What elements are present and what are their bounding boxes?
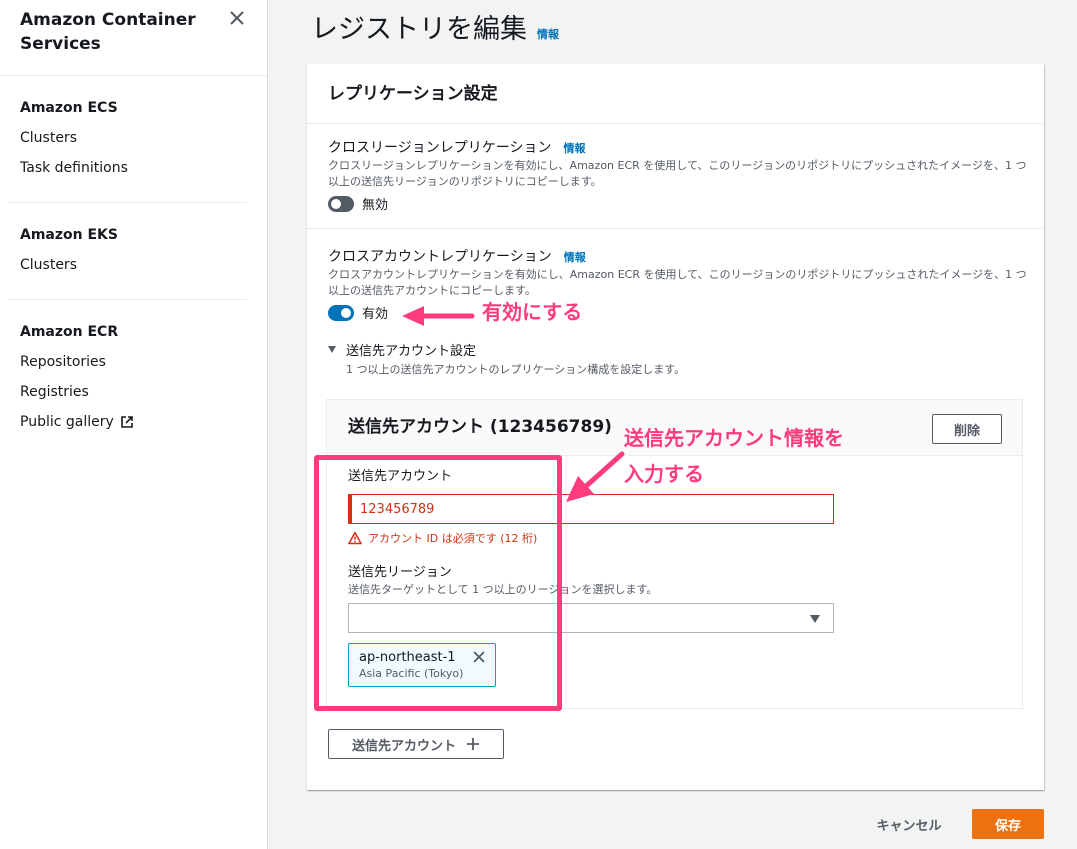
sidebar-section-title: Amazon ECS [20,100,118,116]
sidebar-title: Amazon Container Services [20,10,196,54]
sidebar-item-public-gallery[interactable]: Public gallery [20,412,247,432]
cross-region-toggle[interactable] [328,195,354,212]
cross-region-info-link[interactable]: 情報 [563,140,585,156]
sidebar-section-ecs: Amazon ECS Clusters Task definitions [0,76,267,202]
sidebar-item-label: Public gallery [20,414,114,430]
toggle-knob [331,198,341,209]
cross-region-toggle-row: 無効 [328,194,1023,213]
caret-down-icon [328,346,336,353]
sidebar-item-label: Clusters [20,257,77,273]
sidebar-section-title: Amazon EKS [20,227,118,243]
annotation-enable: 有効にする [482,300,583,324]
sidebar-header: Amazon Container Services [0,0,267,76]
dest-settings-description: 1 つ以上の送信先アカウントのレプリケーション構成を設定します。 [346,363,686,376]
add-dest-account-label: 送信先アカウント [351,738,456,754]
cross-account-title: クロスアカウントレプリケーション [328,249,552,265]
cross-account-toggle-label: 有効 [362,307,389,322]
page-info-link[interactable]: 情報 [537,26,559,42]
sidebar-section-title: Amazon ECR [20,324,119,340]
close-icon[interactable] [229,10,245,26]
cross-account-toggle[interactable] [328,304,354,321]
add-dest-account-button[interactable]: 送信先アカウント [328,729,504,759]
external-link-icon [120,416,133,428]
cross-region-title-row: クロスリージョンレプリケーション 情報 [328,138,1023,158]
sidebar-section-ecr: Amazon ECR Repositories Registries Publi… [0,300,267,456]
highlight-box [314,455,562,711]
sidebar-item-label: Repositories [20,354,106,370]
sidebar-item-label: Task definitions [20,160,128,176]
toggle-knob [341,307,351,318]
panel-title: レプリケーション設定 [328,84,498,104]
annotation-input-line2: 入力する [624,462,704,486]
sidebar: Amazon Container Services Amazon ECS Clu… [0,0,268,849]
dropdown-arrow-icon [810,615,820,623]
sidebar-item-label: Clusters [20,130,77,146]
cross-account-title-row: クロスアカウントレプリケーション 情報 [328,247,1023,267]
sidebar-item-repositories[interactable]: Repositories [20,352,247,372]
dest-settings-expander[interactable]: 送信先アカウント設定 [328,340,1023,359]
cross-region-title: クロスリージョンレプリケーション [328,140,552,156]
arrow-left-icon [402,306,475,326]
cross-account-info-link[interactable]: 情報 [564,249,586,265]
save-button[interactable]: 保存 [972,809,1044,839]
cross-account-description: クロスアカウントレプリケーションを有効にし、Amazon ECR を使用して、こ… [328,268,1027,297]
plus-icon [467,738,479,750]
annotation-input-line1: 送信先アカウント情報を [624,426,844,450]
sidebar-item-task-definitions[interactable]: Task definitions [20,158,247,178]
sidebar-item-registries[interactable]: Registries [20,382,247,402]
sidebar-item-ecs-clusters[interactable]: Clusters [20,128,247,148]
sidebar-item-label: Registries [20,384,89,400]
cross-region-description: クロスリージョンレプリケーションを有効にし、Amazon ECR を使用して、こ… [328,159,1027,188]
page-header: レジストリを編集 情報 [311,10,559,50]
cross-region-section: クロスリージョンレプリケーション 情報 クロスリージョンレプリケーションを有効に… [307,124,1044,228]
dest-settings-title: 送信先アカウント設定 [346,344,477,359]
sidebar-item-eks-clusters[interactable]: Clusters [20,255,247,275]
delete-button[interactable]: 削除 [932,414,1002,444]
sidebar-section-eks: Amazon EKS Clusters [0,203,267,299]
page-title: レジストリを編集 [311,14,527,45]
cancel-button[interactable]: キャンセル [869,809,949,839]
cross-region-toggle-label: 無効 [362,198,389,213]
arrow-diagonal-icon [566,451,625,502]
panel-header: レプリケーション設定 [307,64,1044,124]
